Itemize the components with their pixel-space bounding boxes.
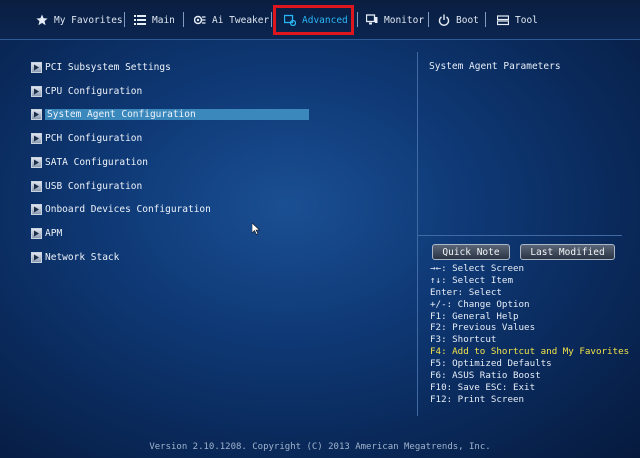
key-legend-line: F12: Print Screen [430, 393, 525, 405]
tab-separator [357, 12, 358, 27]
menu-item-label: System Agent Configuration [45, 109, 309, 120]
tab-boot[interactable]: Boot [438, 8, 479, 32]
key-legend-line: ↑↓: Select Item [430, 274, 513, 286]
list-icon [134, 14, 146, 26]
quick-note-button[interactable]: Quick Note [432, 244, 510, 260]
submenu-arrow-icon [31, 252, 42, 263]
menu-item-label: CPU Configuration [45, 86, 143, 97]
tab-separator [183, 12, 184, 27]
menu-item-usb-configuration[interactable]: USB Configuration [31, 180, 311, 193]
tab-separator [428, 12, 429, 27]
tab-ai-tweaker[interactable]: Ai Tweaker [194, 8, 269, 32]
menu-item-onboard-devices-configuration[interactable]: Onboard Devices Configuration [31, 203, 311, 216]
submenu-arrow-icon [31, 62, 42, 73]
tab-my-favorites[interactable]: My Favorites [36, 8, 123, 32]
key-legend-line: F6: ASUS Ratio Boost [430, 370, 541, 382]
monitor-icon [366, 14, 378, 26]
menu-item-label: PCH Configuration [45, 133, 143, 144]
tab-tool[interactable]: Tool [497, 8, 538, 32]
key-legend-line: F1: General Help [430, 310, 519, 322]
menu-item-system-agent-configuration[interactable]: System Agent Configuration [31, 108, 311, 121]
last-modified-button[interactable]: Last Modified [520, 244, 615, 260]
key-legend-line: →←: Select Screen [430, 263, 525, 274]
menu-item-pci-subsystem[interactable]: PCI Subsystem Settings [31, 61, 311, 74]
version-footer: Version 2.10.1208. Copyright (C) 2013 Am… [149, 442, 491, 452]
menu-item-label: SATA Configuration [45, 157, 148, 168]
active-tab-highlight-box [273, 5, 354, 35]
submenu-arrow-icon [31, 157, 42, 168]
menu-item-sata-configuration[interactable]: SATA Configuration [31, 156, 311, 169]
tab-label: Monitor [384, 14, 425, 26]
submenu-arrow-icon [31, 86, 42, 97]
tab-label: Boot [456, 14, 479, 26]
submenu-arrow-icon [31, 109, 42, 120]
menu-item-label: PCI Subsystem Settings [45, 62, 171, 73]
power-icon [438, 14, 450, 26]
menu-item-pch-configuration[interactable]: PCH Configuration [31, 132, 311, 145]
menu-item-cpu-configuration[interactable]: CPU Configuration [31, 85, 311, 98]
tab-separator [485, 12, 486, 27]
key-legend-line: F3: Shortcut [430, 334, 497, 346]
tab-separator [271, 12, 272, 27]
submenu-arrow-icon [31, 204, 42, 215]
tab-label: Ai Tweaker [212, 14, 270, 26]
panel-divider-horizontal [418, 235, 622, 236]
tab-monitor[interactable]: Monitor [366, 8, 424, 32]
key-legend-line-highlight: F4: Add to Shortcut and My Favorites [430, 346, 630, 358]
key-legend-line: +/-: Change Option [430, 298, 530, 310]
key-legend-line: F2: Previous Values [430, 322, 536, 334]
tab-main[interactable]: Main [134, 8, 175, 32]
submenu-arrow-icon [31, 181, 42, 192]
panel-divider-vertical [417, 52, 418, 416]
tool-icon [497, 14, 509, 26]
menu-item-label: USB Configuration [45, 181, 143, 192]
menu-item-network-stack[interactable]: Network Stack [31, 251, 311, 264]
help-title: System Agent Parameters [429, 61, 561, 72]
tab-separator [124, 12, 125, 27]
star-icon [36, 14, 48, 26]
tab-label: Main [152, 14, 175, 26]
menu-item-label: Network Stack [45, 252, 120, 263]
menu-item-apm[interactable]: APM [31, 227, 311, 240]
tab-label: Tool [515, 14, 538, 26]
submenu-arrow-icon [31, 133, 42, 144]
top-navigation-bar: My Favorites Main Ai Tweaker Advanced Mo… [0, 0, 640, 40]
tweaker-icon [194, 14, 206, 26]
key-legend-line: F10: Save ESC: Exit [430, 381, 536, 393]
mouse-pointer-icon [252, 223, 260, 235]
key-legend: →←: Select Screen ↑↓: Select Item Enter:… [430, 263, 630, 406]
tab-label: My Favorites [54, 14, 123, 26]
key-legend-line: Enter: Select [430, 286, 502, 298]
menu-item-label: Onboard Devices Configuration [45, 204, 211, 215]
menu-item-label: APM [45, 228, 63, 239]
key-legend-line: F5: Optimized Defaults [430, 358, 552, 370]
submenu-arrow-icon [31, 228, 42, 239]
